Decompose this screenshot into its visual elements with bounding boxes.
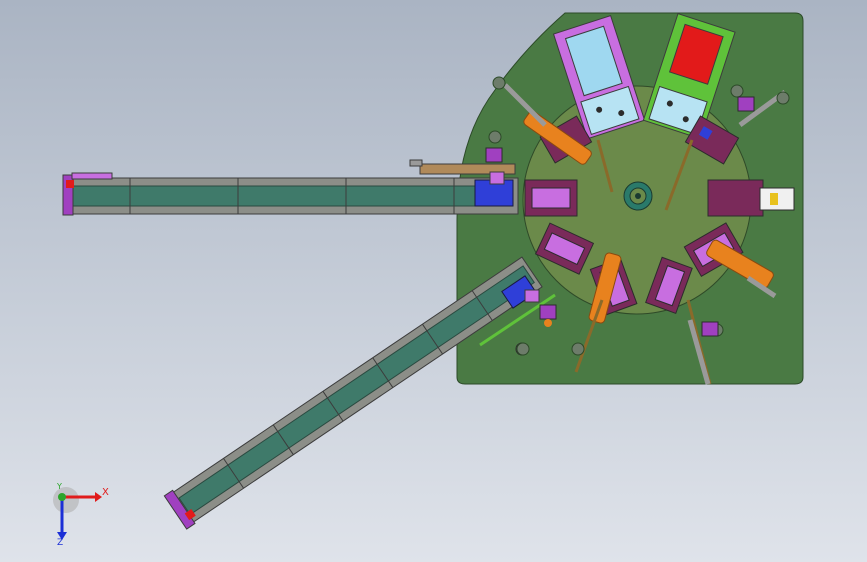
model-viewport[interactable]: X Y Z	[0, 0, 867, 562]
station-left	[524, 179, 578, 217]
angled-conveyor	[163, 256, 543, 530]
straight-conveyor	[62, 172, 519, 216]
coordinate-triad[interactable]	[53, 487, 102, 540]
center-hub	[623, 181, 653, 211]
y-axis-label: Y	[57, 482, 62, 491]
z-axis-label: Z	[57, 538, 64, 548]
assembly-drawing	[53, 12, 804, 540]
x-axis-label: X	[102, 487, 109, 498]
